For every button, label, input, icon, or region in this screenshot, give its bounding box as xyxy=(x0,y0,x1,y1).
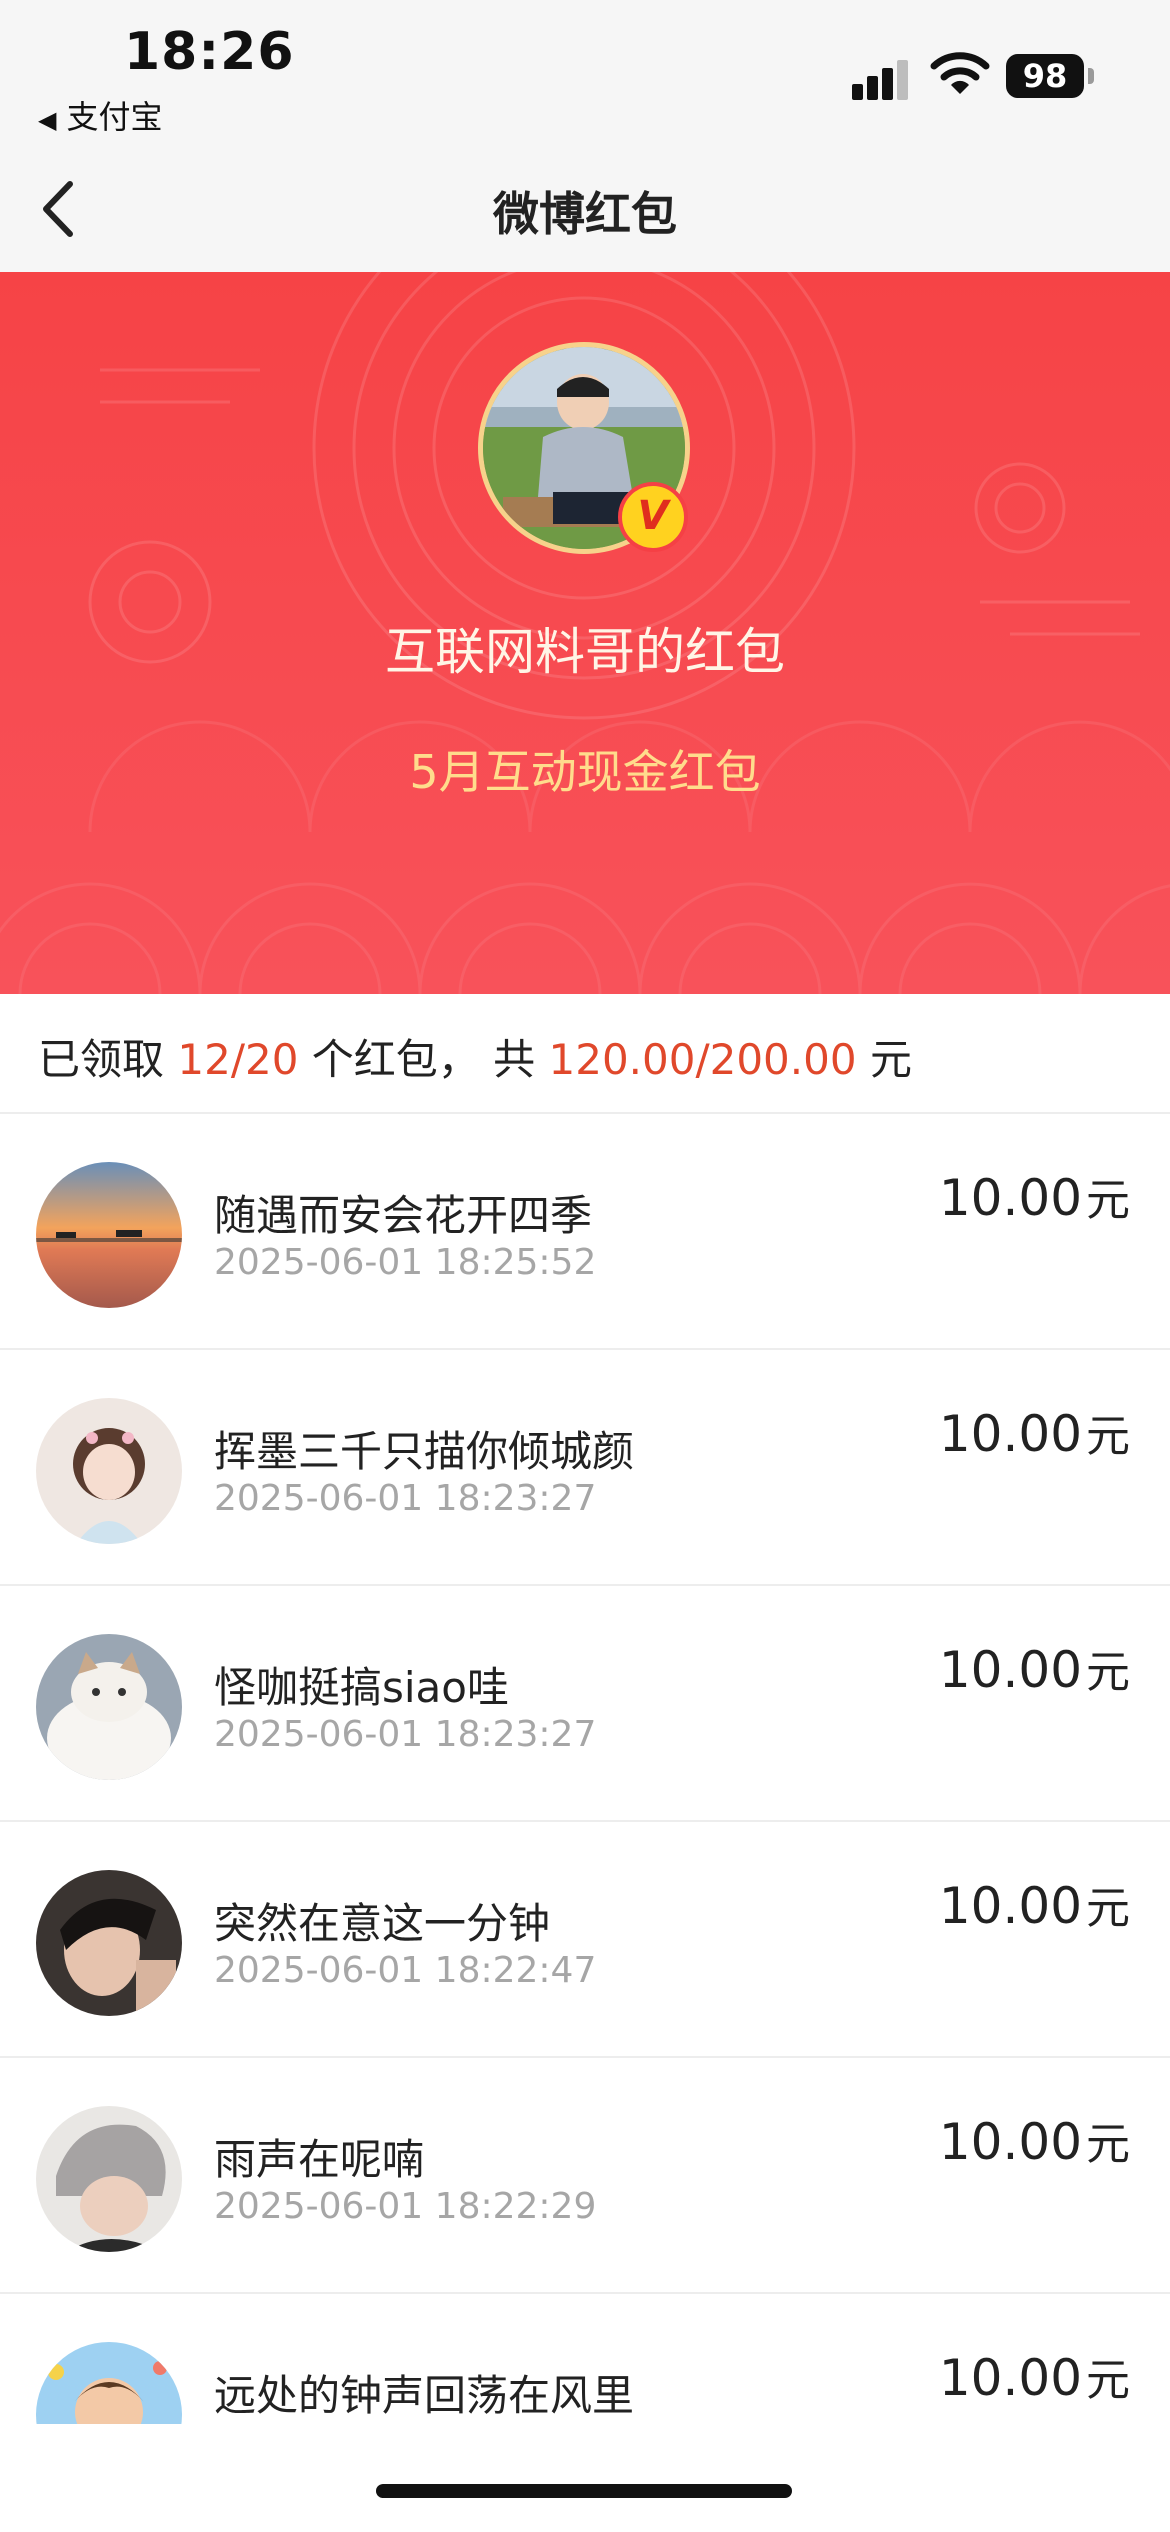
amount-value: 10.00 xyxy=(938,1641,1082,1699)
claim-time: 2025-06-01 18:22:29 xyxy=(214,2186,597,2227)
claim-time: 2025-06-01 18:25:52 xyxy=(214,1242,597,1283)
amount-unit: 元 xyxy=(1086,2355,1130,2406)
amount-value: 10.00 xyxy=(938,2349,1082,2407)
amount-unit: 元 xyxy=(1086,1647,1130,1698)
claim-amount: 10.00元 xyxy=(939,1636,1130,1700)
back-to-app-link[interactable]: ◀ 支付宝 xyxy=(38,92,162,138)
claim-time: 2025-06-01 18:22:47 xyxy=(214,1950,597,1991)
amount-value: 10.00 xyxy=(938,1877,1082,1935)
back-triangle-icon: ◀ xyxy=(38,106,57,134)
avatar-sunset-image xyxy=(36,1162,182,1308)
list-item[interactable]: 随遇而安会花开四季 2025-06-01 18:25:52 10.00元 xyxy=(0,1114,1170,1350)
claim-amount: 10.00元 xyxy=(939,2108,1130,2172)
claim-time: 2025-06-01 18:23:27 xyxy=(214,1714,597,1755)
amount-unit: 元 xyxy=(1086,1883,1130,1934)
amount-value: 10.00 xyxy=(938,2113,1082,2171)
battery-tip xyxy=(1088,68,1094,84)
amount-unit: 元 xyxy=(1086,1175,1130,1226)
summary-middle: 个红包， 共 xyxy=(311,1035,536,1084)
list-item[interactable]: 怪咖挺搞siao哇 2025-06-01 18:23:27 10.00元 xyxy=(0,1586,1170,1822)
user-name: 随遇而安会花开四季 xyxy=(214,1191,593,1240)
list-item[interactable]: 挥墨三千只描你倾城颜 2025-06-01 18:23:27 10.00元 xyxy=(0,1350,1170,1586)
user-avatar xyxy=(36,1398,182,1544)
home-indicator[interactable] xyxy=(376,2484,792,2498)
bottom-safe-area xyxy=(0,2424,1170,2532)
status-bar: 18:26 ◀ 支付宝 98 xyxy=(0,0,1170,150)
claim-amount: 10.00元 xyxy=(939,1164,1130,1228)
claim-summary: 已领取 12/20 个红包， 共 120.00/200.00 元 xyxy=(0,994,1170,1114)
list-item[interactable]: 雨声在呢喃 2025-06-01 18:22:29 10.00元 xyxy=(0,2058,1170,2294)
claim-time: 2025-06-01 18:23:27 xyxy=(214,1478,597,1519)
claim-amount: 10.00元 xyxy=(939,2344,1130,2408)
back-app-label: 支付宝 xyxy=(66,98,163,136)
battery-icon: 98 xyxy=(1006,54,1084,98)
user-name: 远处的钟声回荡在风里 xyxy=(214,2371,635,2420)
list-item[interactable]: 突然在意这一分钟 2025-06-01 18:22:47 10.00元 xyxy=(0,1822,1170,2058)
claim-list: 随遇而安会花开四季 2025-06-01 18:25:52 10.00元 挥墨三… xyxy=(0,1114,1170,2530)
user-name: 怪咖挺搞siao哇 xyxy=(214,1663,509,1712)
campaign-title: 5月互动现金红包 xyxy=(409,745,761,799)
user-avatar xyxy=(36,1634,182,1780)
amount-unit: 元 xyxy=(1086,2119,1130,2170)
status-time: 18:26 xyxy=(124,22,295,82)
verified-badge-icon: V xyxy=(618,482,688,552)
claim-amount: 10.00元 xyxy=(939,1400,1130,1464)
avatar-cat-photo xyxy=(36,1634,182,1780)
claim-amount: 10.00元 xyxy=(939,1872,1130,1936)
user-avatar xyxy=(36,2106,182,2252)
nav-bar: 微博红包 xyxy=(0,150,1170,272)
claimed-amount: 120.00/200.00 xyxy=(548,1035,857,1084)
user-name: 突然在意这一分钟 xyxy=(214,1899,551,1948)
user-avatar xyxy=(36,1162,182,1308)
amount-value: 10.00 xyxy=(938,1169,1082,1227)
avatar-girl-illustration xyxy=(36,1398,182,1544)
user-name: 雨声在呢喃 xyxy=(214,2135,425,2184)
claimed-count: 12/20 xyxy=(177,1035,299,1084)
amount-unit: 元 xyxy=(1086,1411,1130,1462)
sender-name: 互联网料哥的红包 xyxy=(385,623,785,681)
cellular-signal-icon xyxy=(852,56,912,100)
red-packet-header: V 互联网料哥的红包 5月互动现金红包 xyxy=(0,272,1170,994)
summary-prefix: 已领取 xyxy=(38,1035,165,1084)
summary-suffix: 元 xyxy=(869,1035,912,1084)
amount-value: 10.00 xyxy=(938,1405,1082,1463)
wifi-icon xyxy=(930,52,990,94)
user-avatar xyxy=(36,1870,182,2016)
avatar-portrait-photo xyxy=(36,1870,182,2016)
avatar-gray-hair-photo xyxy=(36,2106,182,2252)
summary-text: 已领取 12/20 个红包， 共 120.00/200.00 元 xyxy=(38,1026,912,1087)
page-title: 微博红包 xyxy=(493,187,677,241)
user-name: 挥墨三千只描你倾城颜 xyxy=(214,1427,635,1476)
